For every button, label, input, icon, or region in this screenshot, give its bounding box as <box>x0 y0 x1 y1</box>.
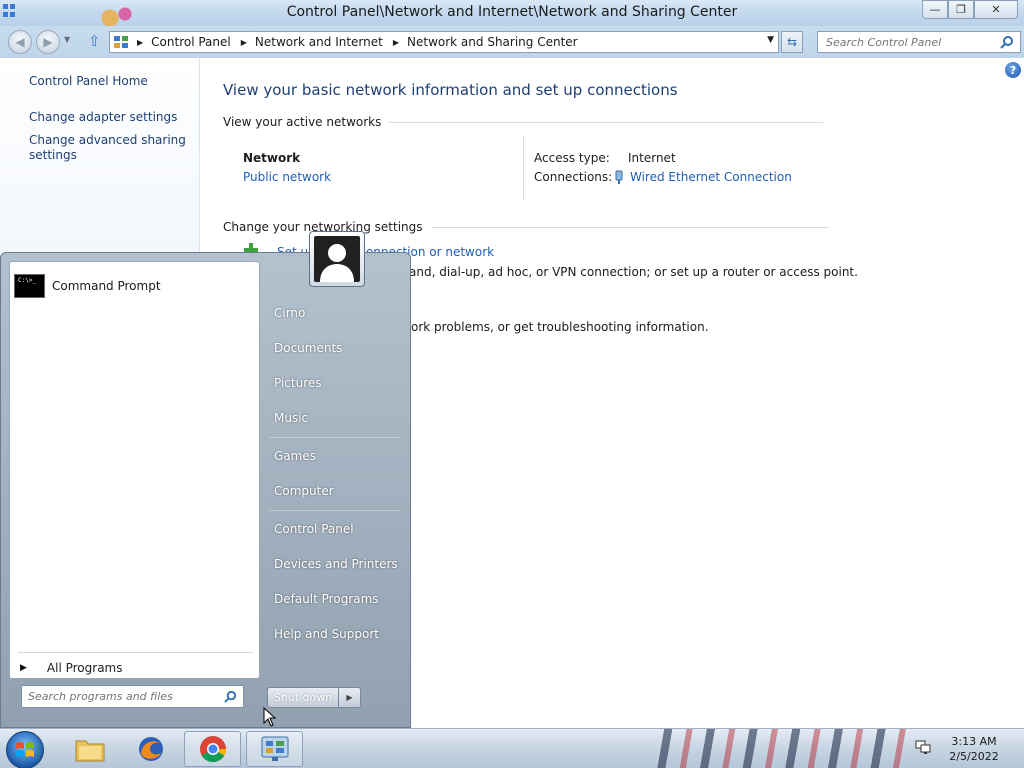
window-controls: — ❐ ✕ <box>922 0 1018 19</box>
breadcrumb-chevron-icon[interactable]: ▶ <box>137 38 143 47</box>
start-search-box[interactable] <box>21 685 244 708</box>
documents-link[interactable]: Documents <box>274 341 342 355</box>
ethernet-icon <box>615 170 623 184</box>
restore-button[interactable]: ❐ <box>948 0 974 19</box>
command-prompt-item[interactable]: C:\>_ Command Prompt <box>14 274 161 298</box>
computer-link[interactable]: Computer <box>274 484 334 498</box>
all-programs-label: All Programs <box>46 661 123 675</box>
folder-icon <box>75 740 104 762</box>
help-and-support-link[interactable]: Help and Support <box>274 627 379 641</box>
taskbar: 3:13 AM 2/5/2022 <box>0 728 1024 768</box>
music-link[interactable]: Music <box>274 411 308 425</box>
network-type-link[interactable]: Public network <box>243 170 331 184</box>
start-button[interactable] <box>6 731 44 768</box>
wallpaper-peek <box>650 729 910 768</box>
active-networks-heading: View your active networks <box>223 115 382 129</box>
search-box[interactable] <box>817 31 1021 53</box>
breadcrumb-network-and-internet[interactable]: Network and Internet <box>255 35 383 49</box>
start-search-input[interactable] <box>22 690 212 703</box>
breadcrumb-network-sharing-center[interactable]: Network and Sharing Center <box>407 35 578 49</box>
user-folder-link[interactable]: Cirno <box>274 306 305 320</box>
setup-connection-description: and, dial-up, ad hoc, or VPN connection;… <box>409 265 858 279</box>
connections-label: Connections: <box>534 170 613 184</box>
chevron-right-icon: ▶ <box>346 693 353 702</box>
refresh-button[interactable]: ⇆ <box>781 31 803 53</box>
start-menu: C:\>_ Command Prompt ▶ All Programs Cirn… <box>0 231 411 728</box>
network-tray-icon[interactable] <box>914 739 932 755</box>
taskbar-control-panel[interactable] <box>246 731 303 767</box>
access-type-value: Internet <box>628 151 676 165</box>
divider <box>269 437 401 438</box>
back-arrow-icon: ◀ <box>15 35 25 49</box>
address-dropdown-icon[interactable]: ▼ <box>767 35 774 45</box>
restore-icon: ❐ <box>956 3 966 16</box>
divider <box>18 652 253 653</box>
command-prompt-icon: C:\>_ <box>14 274 45 298</box>
windows-logo-icon <box>16 742 34 757</box>
forward-button[interactable]: ▶ <box>36 30 60 54</box>
system-clock[interactable]: 3:13 AM 2/5/2022 <box>948 734 1000 764</box>
divider <box>523 136 524 200</box>
taskbar-chrome[interactable] <box>184 731 241 767</box>
breadcrumb-control-panel[interactable]: Control Panel <box>151 35 231 49</box>
taskbar-file-explorer[interactable] <box>61 731 118 767</box>
taskbar-firefox[interactable] <box>122 731 179 767</box>
control-panel-link[interactable]: Control Panel <box>274 522 354 536</box>
change-advanced-sharing-link[interactable]: Change advanced sharing settings <box>29 133 189 163</box>
troubleshoot-description: ork problems, or get troubleshooting inf… <box>411 320 709 334</box>
minimize-button[interactable]: — <box>922 0 948 19</box>
access-type-label: Access type: <box>534 151 610 165</box>
close-button[interactable]: ✕ <box>974 0 1018 19</box>
pictures-link[interactable]: Pictures <box>274 376 322 390</box>
start-menu-programs-pane: C:\>_ Command Prompt ▶ All Programs <box>9 261 260 679</box>
shutdown-options-button[interactable]: ▶ <box>339 687 361 708</box>
breadcrumb-chevron-icon[interactable]: ▶ <box>393 38 399 47</box>
search-input[interactable] <box>818 35 988 49</box>
change-adapter-settings-link[interactable]: Change adapter settings <box>29 110 177 124</box>
help-icon[interactable]: ? <box>1005 62 1021 78</box>
active-networks-header: View your active networks <box>223 115 824 129</box>
divider <box>430 226 829 228</box>
devices-and-printers-link[interactable]: Devices and Printers <box>274 557 398 571</box>
control-panel-icon <box>261 736 288 761</box>
search-icon[interactable] <box>224 690 237 703</box>
all-programs-button[interactable]: ▶ All Programs <box>20 661 123 675</box>
user-silhouette-icon <box>314 236 360 282</box>
user-avatar[interactable] <box>309 231 365 287</box>
breadcrumb-chevron-icon[interactable]: ▶ <box>241 38 247 47</box>
navigation-bar: ◀ ▶ ▼ ⇧ ▶ Control Panel ▶ Network and In… <box>0 26 1024 58</box>
chevron-right-icon: ▶ <box>20 663 27 673</box>
control-panel-icon <box>114 36 128 48</box>
window-title: Control Panel\Network and Internet\Netwo… <box>286 4 738 20</box>
wired-ethernet-link[interactable]: Wired Ethernet Connection <box>615 170 792 184</box>
start-search-area <box>9 679 260 726</box>
command-prompt-label: Command Prompt <box>52 279 161 293</box>
firefox-icon <box>138 737 163 761</box>
page-title: View your basic network information and … <box>223 81 678 99</box>
clock-date: 2/5/2022 <box>949 750 999 763</box>
search-icon[interactable] <box>1000 35 1014 49</box>
shutdown-button[interactable]: Shut down <box>267 687 339 708</box>
mouse-cursor-icon <box>263 707 277 727</box>
network-name: Network <box>243 151 301 165</box>
control-panel-home-link[interactable]: Control Panel Home <box>29 74 148 88</box>
divider <box>389 121 824 123</box>
shutdown-control: Shut down ▶ <box>267 687 361 708</box>
divider <box>269 510 401 511</box>
window-title-bar: Control Panel\Network and Internet\Netwo… <box>0 0 1024 26</box>
back-button[interactable]: ◀ <box>8 30 32 54</box>
connections-value[interactable]: Wired Ethernet Connection <box>630 170 792 184</box>
up-arrow-icon[interactable]: ⇧ <box>88 33 104 49</box>
recent-pages-dropdown[interactable]: ▼ <box>64 35 70 44</box>
forward-arrow-icon: ▶ <box>43 35 53 49</box>
clock-time: 3:13 AM <box>951 735 997 748</box>
refresh-icon: ⇆ <box>786 35 798 49</box>
minimize-icon: — <box>929 3 941 16</box>
close-icon: ✕ <box>991 3 1001 16</box>
address-bar[interactable]: ▶ Control Panel ▶ Network and Internet ▶… <box>109 31 779 53</box>
games-link[interactable]: Games <box>274 449 316 463</box>
default-programs-link[interactable]: Default Programs <box>274 592 379 606</box>
chrome-icon <box>199 736 226 763</box>
